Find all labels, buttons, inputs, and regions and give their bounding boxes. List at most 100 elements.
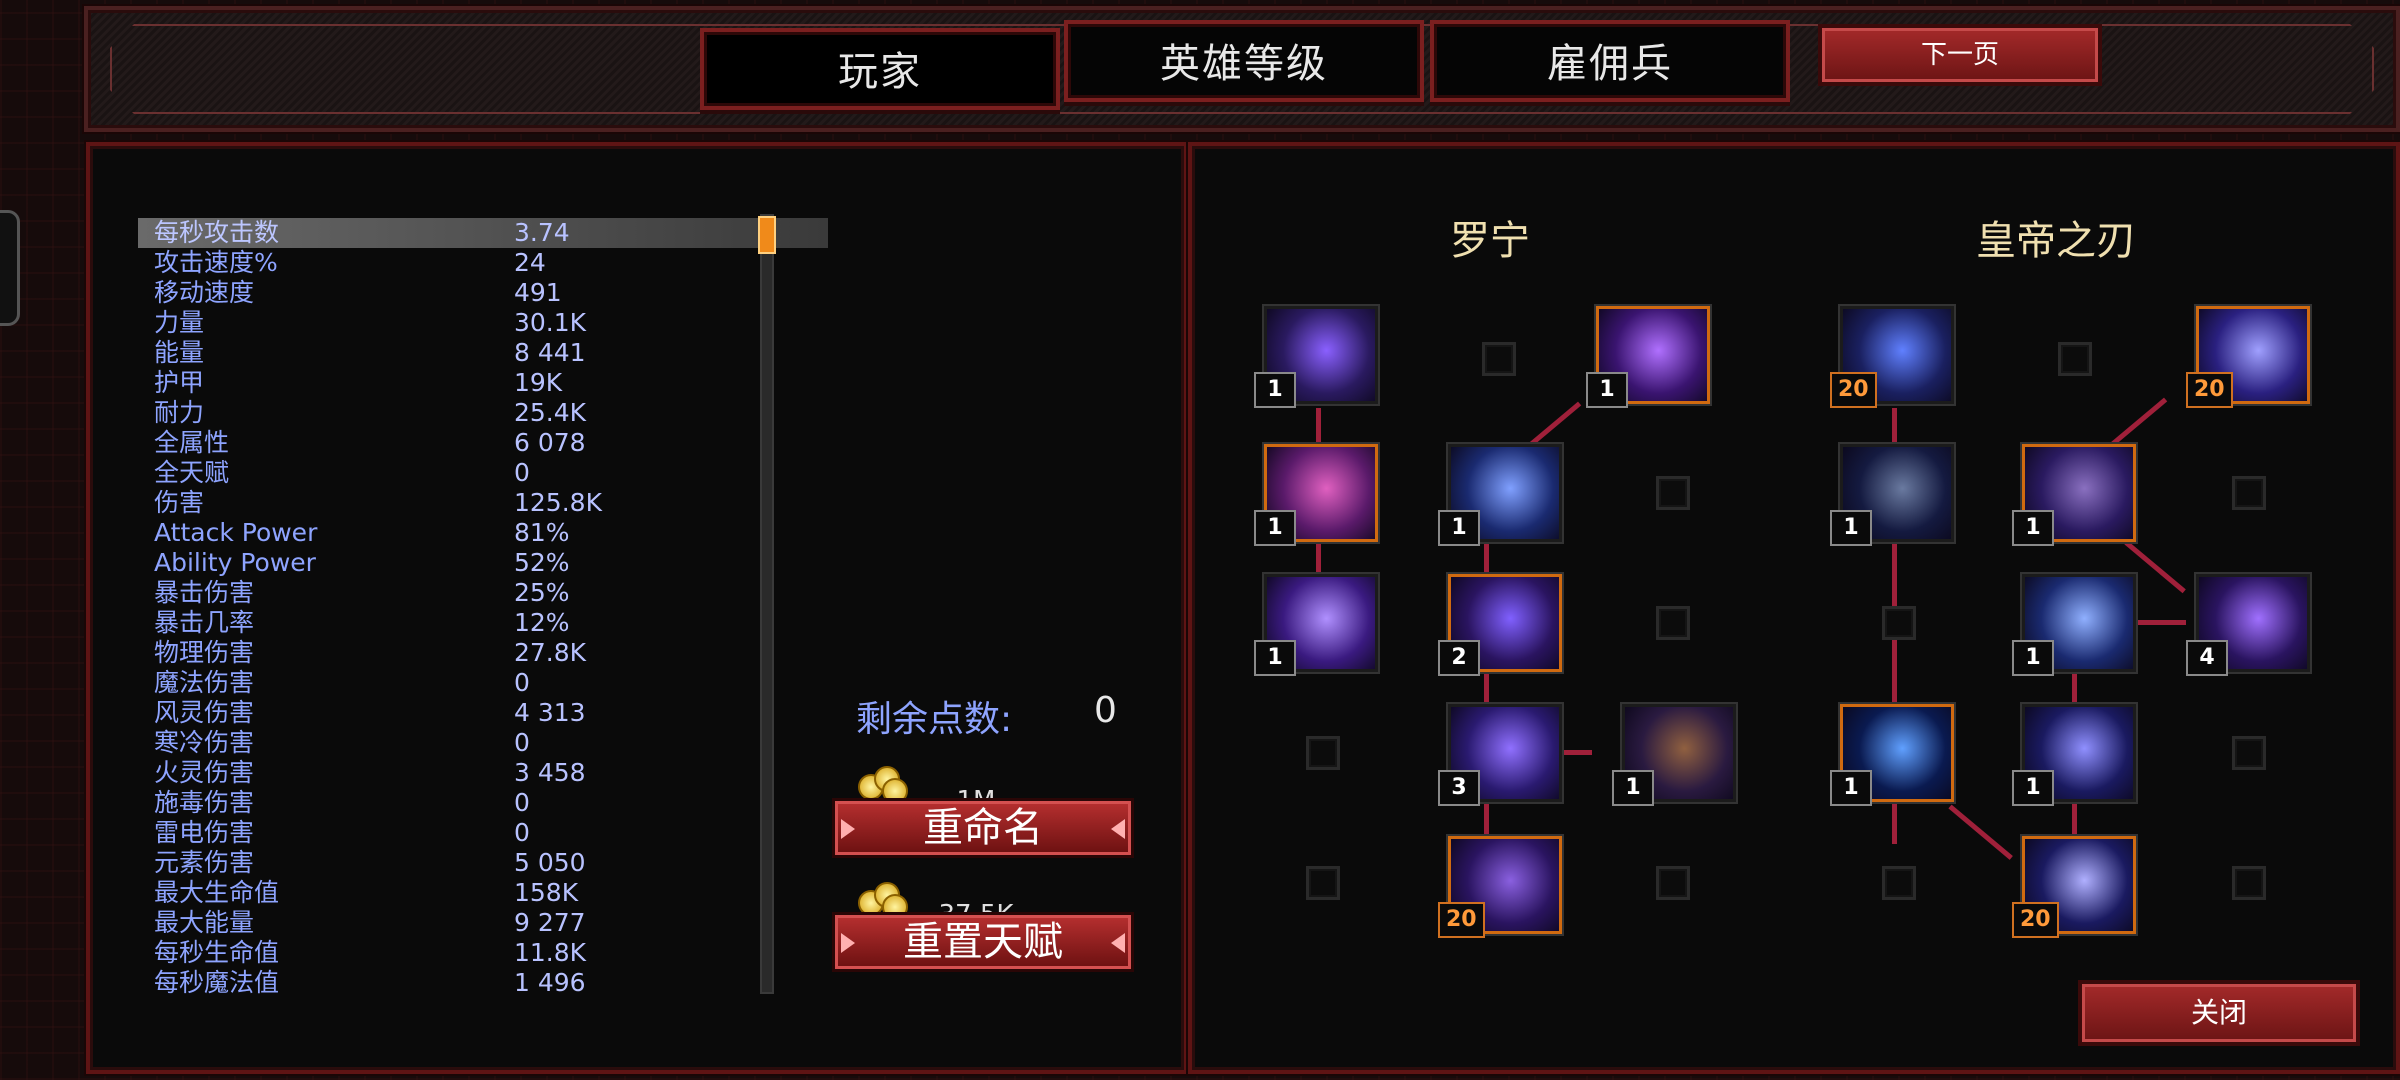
stat-row[interactable]: 每秒生命值 11.8K: [138, 938, 828, 968]
stat-name: 暴击几率: [154, 608, 255, 637]
rename-button[interactable]: 重命名: [832, 798, 1134, 858]
talent-link: [1484, 668, 1489, 708]
talent-link: [2072, 668, 2077, 708]
skill-level-badge: 1: [1438, 510, 1480, 546]
stat-value: 491: [514, 278, 562, 307]
stat-value: 5 050: [514, 848, 586, 877]
stat-value: 81%: [514, 518, 570, 547]
stat-row[interactable]: 物理伤害 27.8K: [138, 638, 828, 668]
stat-name: 风灵伤害: [154, 698, 255, 727]
skill-level-badge: 1: [1254, 640, 1296, 676]
talent-link: [2110, 397, 2168, 447]
stat-value: 27.8K: [514, 638, 587, 667]
side-drawer-handle[interactable]: [0, 210, 20, 326]
stat-name: 寒冷伤害: [154, 728, 255, 757]
stat-row[interactable]: 最大生命值 158K: [138, 878, 828, 908]
skill-level-badge: 20: [2186, 372, 2233, 408]
stat-value: 19K: [514, 368, 563, 397]
skill-level-badge: 20: [2012, 902, 2059, 938]
stat-row[interactable]: 每秒攻击数 3.74: [138, 218, 828, 248]
stat-row[interactable]: 暴击几率 12%: [138, 608, 828, 638]
empty-talent-slot[interactable]: [1656, 606, 1690, 640]
talent-link: [2072, 798, 2077, 838]
tab-player[interactable]: 玩家: [700, 28, 1060, 110]
empty-talent-slot[interactable]: [2232, 866, 2266, 900]
stat-row[interactable]: 风灵伤害 4 313: [138, 698, 828, 728]
stat-row[interactable]: 移动速度 491: [138, 278, 828, 308]
close-button[interactable]: 关闭: [2078, 980, 2360, 1046]
stat-row[interactable]: 伤害 125.8K: [138, 488, 828, 518]
empty-talent-slot[interactable]: [1882, 866, 1916, 900]
talent-link: [1484, 798, 1489, 838]
stat-row[interactable]: 攻击速度% 24: [138, 248, 828, 278]
skill-level-badge: 1: [1254, 510, 1296, 546]
tab-mercenary[interactable]: 雇佣兵: [1430, 20, 1790, 102]
reset-talent-button[interactable]: 重置天赋: [832, 912, 1134, 972]
stat-row[interactable]: 力量 30.1K: [138, 308, 828, 338]
skill-level-badge: 20: [1830, 372, 1877, 408]
skill-level-badge: 2: [1438, 640, 1480, 676]
next-page-button[interactable]: 下一页: [1818, 24, 2102, 86]
stats-panel: 每秒攻击数 3.74 攻击速度% 24 移动速度 491 力量 30.1K 能量 8 441 护甲 1…: [86, 142, 1188, 1074]
stat-row[interactable]: 耐力 25.4K: [138, 398, 828, 428]
skill-level-badge: 1: [2012, 770, 2054, 806]
stat-value: 8 441: [514, 338, 586, 367]
stat-row[interactable]: 魔法伤害 0: [138, 668, 828, 698]
stat-value: 125.8K: [514, 488, 602, 517]
talent-link: [1316, 408, 1321, 446]
stat-row[interactable]: 能量 8 441: [138, 338, 828, 368]
talent-link: [1892, 408, 1897, 446]
stat-name: 护甲: [154, 368, 205, 397]
stat-value: 25%: [514, 578, 570, 607]
stat-value: 0: [514, 788, 530, 817]
stat-row[interactable]: 最大能量 9 277: [138, 908, 828, 938]
empty-talent-slot[interactable]: [2058, 342, 2092, 376]
stat-row[interactable]: 元素伤害 5 050: [138, 848, 828, 878]
stat-name: 魔法伤害: [154, 668, 255, 697]
stat-value: 9 277: [514, 908, 586, 937]
stat-value: 24: [514, 248, 546, 277]
stat-name: 移动速度: [154, 278, 255, 307]
stat-name: 施毒伤害: [154, 788, 255, 817]
skill-level-badge: 1: [1830, 510, 1872, 546]
empty-talent-slot[interactable]: [1306, 866, 1340, 900]
empty-talent-slot[interactable]: [1882, 606, 1916, 640]
stat-name: 物理伤害: [154, 638, 255, 667]
stat-value: 1 496: [514, 968, 586, 997]
stat-name: Ability Power: [154, 548, 316, 577]
stat-row[interactable]: 火灵伤害 3 458: [138, 758, 828, 788]
stat-name: 力量: [154, 308, 205, 337]
empty-talent-slot[interactable]: [2232, 476, 2266, 510]
stat-value: 0: [514, 668, 530, 697]
stat-value: 3 458: [514, 758, 586, 787]
empty-talent-slot[interactable]: [1656, 866, 1690, 900]
stat-name: 全天赋: [154, 458, 230, 487]
stat-row[interactable]: 护甲 19K: [138, 368, 828, 398]
stat-value: 0: [514, 458, 530, 487]
stat-row[interactable]: 全属性 6 078: [138, 428, 828, 458]
stat-row[interactable]: 施毒伤害 0: [138, 788, 828, 818]
scroll-thumb[interactable]: [758, 216, 776, 254]
skill-level-badge: 1: [2012, 510, 2054, 546]
tab-hero-level[interactable]: 英雄等级: [1064, 20, 1424, 102]
stat-row[interactable]: 雷电伤害 0: [138, 818, 828, 848]
skill-level-badge: 1: [1254, 372, 1296, 408]
stat-row[interactable]: Ability Power 52%: [138, 548, 828, 578]
stat-row[interactable]: 暴击伤害 25%: [138, 578, 828, 608]
empty-talent-slot[interactable]: [1482, 342, 1516, 376]
empty-talent-slot[interactable]: [1656, 476, 1690, 510]
stat-name: 每秒魔法值: [154, 968, 280, 997]
stat-row[interactable]: 寒冷伤害 0: [138, 728, 828, 758]
stat-row[interactable]: 全天赋 0: [138, 458, 828, 488]
empty-talent-slot[interactable]: [2232, 736, 2266, 770]
stats-scrollbar[interactable]: [758, 214, 776, 994]
stat-name: 每秒攻击数: [154, 218, 280, 247]
skill-level-badge: 20: [1438, 902, 1485, 938]
stat-row[interactable]: 每秒魔法值 1 496: [138, 968, 828, 998]
stat-value: 6 078: [514, 428, 586, 457]
stat-value: 30.1K: [514, 308, 587, 337]
stat-value: 12%: [514, 608, 570, 637]
stat-row[interactable]: Attack Power 81%: [138, 518, 828, 548]
empty-talent-slot[interactable]: [1306, 736, 1340, 770]
remaining-points-value: 0: [1094, 690, 1117, 731]
